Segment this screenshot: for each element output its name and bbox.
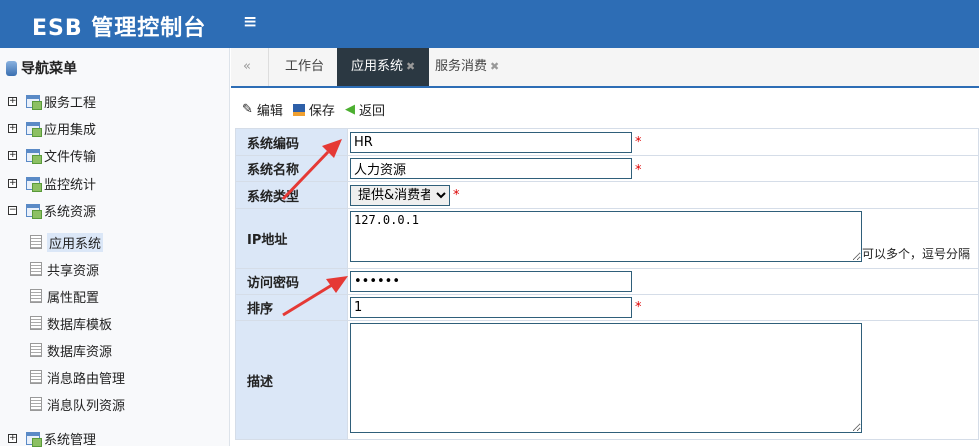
scroll-left-icon[interactable]: « [231, 48, 269, 86]
sidebar-item-message-routing[interactable]: 消息路由管理 [30, 368, 126, 387]
tab-label: 工作台 [285, 59, 325, 74]
ip-textarea[interactable]: 127.0.0.1 [350, 211, 862, 262]
sidebar-item-shared-resources[interactable]: 共享资源 [30, 260, 100, 279]
menu-toggle-icon[interactable]: ≡ [243, 12, 257, 32]
sidebar-group-system-management[interactable]: + 系统管理 [8, 429, 97, 448]
tab-service-consume[interactable]: 服务消费 ✖ [421, 48, 513, 86]
back-button[interactable]: ◀ 返回 [345, 100, 385, 119]
back-label: 返回 [358, 104, 385, 119]
item-label: 共享资源 [47, 263, 100, 279]
tab-label: 服务消费 [435, 59, 488, 74]
save-icon [292, 103, 305, 116]
sidebar-item-db-template[interactable]: 数据库模板 [30, 314, 113, 333]
system-form: 系统编码* 系统名称* 系统类型提供&消费者* IP地址127.0.0.1可以多… [235, 128, 979, 440]
sidebar-group-app-integration[interactable]: + 应用集成 [8, 119, 97, 138]
folder-icon [26, 176, 42, 192]
page-icon [30, 397, 42, 411]
sidebar-group-system-resources[interactable]: − 系统资源 [8, 201, 97, 220]
pencil-icon: ✎ [242, 102, 253, 117]
name-label: 系统名称 [235, 155, 348, 182]
tab-workbench[interactable]: 工作台 [271, 48, 338, 86]
sidebar-group-monitoring[interactable]: + 监控统计 [8, 174, 97, 193]
item-label: 消息路由管理 [47, 371, 126, 387]
password-label: 访问密码 [235, 268, 348, 295]
group-label: 系统管理 [44, 432, 97, 448]
folder-icon [26, 94, 42, 110]
group-label: 监控统计 [44, 177, 97, 193]
group-label: 系统资源 [44, 204, 97, 220]
sidebar-item-app-system[interactable]: 应用系统 [30, 232, 104, 252]
group-label: 文件传输 [44, 149, 97, 165]
desc-textarea[interactable] [350, 323, 862, 433]
nav-title-text: 导航菜单 [21, 61, 77, 77]
type-select[interactable]: 提供&消费者 [350, 184, 450, 206]
tab-app-system[interactable]: 应用系统 ✖ [337, 48, 430, 86]
page-icon [30, 316, 42, 330]
item-label: 数据库模板 [47, 317, 113, 333]
password-input[interactable] [350, 271, 632, 292]
edit-button[interactable]: ✎ 编辑 [242, 100, 283, 119]
order-label: 排序 [235, 294, 348, 321]
folder-icon [26, 148, 42, 164]
expand-icon[interactable]: + [8, 150, 17, 160]
tab-label: 应用系统 [351, 59, 404, 74]
sidebar-item-message-queue[interactable]: 消息队列资源 [30, 395, 126, 414]
desc-label: 描述 [235, 320, 348, 440]
order-input[interactable] [350, 297, 632, 318]
ip-label: IP地址 [235, 208, 348, 269]
required-mark: * [635, 134, 642, 150]
nav-title: 导航菜单 [6, 58, 77, 78]
folder-icon [26, 121, 42, 137]
required-mark: * [453, 187, 460, 203]
page-icon [30, 370, 42, 384]
close-icon[interactable]: ✖ [406, 60, 415, 73]
code-label: 系统编码 [235, 128, 348, 156]
back-arrow-icon: ◀ [344, 102, 355, 117]
page-icon [30, 262, 42, 276]
expand-icon[interactable]: + [8, 433, 17, 443]
item-label: 消息队列资源 [47, 398, 126, 414]
collapse-icon[interactable]: − [8, 205, 17, 215]
edit-label: 编辑 [256, 104, 283, 119]
ip-hint: 可以多个，逗号分隔 [862, 247, 971, 261]
expand-icon[interactable]: + [8, 178, 17, 188]
expand-icon[interactable]: + [8, 123, 17, 133]
database-icon [6, 60, 17, 76]
page-icon [30, 235, 42, 249]
item-label: 数据库资源 [47, 344, 113, 360]
item-label: 属性配置 [47, 290, 100, 306]
sidebar-item-property-config[interactable]: 属性配置 [30, 287, 100, 306]
save-label: 保存 [308, 104, 335, 119]
page-icon [30, 289, 42, 303]
app-title: ESB 管理控制台 [32, 16, 207, 41]
type-label: 系统类型 [235, 181, 348, 209]
folder-icon [26, 431, 42, 447]
sidebar-group-service-engineering[interactable]: + 服务工程 [8, 92, 97, 111]
group-label: 服务工程 [44, 95, 97, 111]
toolbar: ✎ 编辑 保存 ◀ 返回 [242, 100, 385, 119]
sidebar: 导航菜单 + 服务工程 + 应用集成 + 文件传输 + 监控统计 − 系统资源 应用系统 … [0, 48, 230, 448]
close-icon[interactable]: ✖ [490, 60, 499, 73]
expand-icon[interactable]: + [8, 96, 17, 106]
group-label: 应用集成 [44, 122, 97, 138]
save-button[interactable]: 保存 [292, 100, 335, 119]
header: ESB 管理控制台 ≡ [0, 0, 979, 48]
sidebar-item-db-resources[interactable]: 数据库资源 [30, 341, 113, 360]
sidebar-group-file-transfer[interactable]: + 文件传输 [8, 146, 97, 165]
required-mark: * [635, 163, 642, 178]
item-label: 应用系统 [47, 232, 104, 252]
required-mark: * [635, 300, 642, 315]
code-input[interactable] [350, 131, 632, 153]
folder-icon [26, 203, 42, 219]
name-input[interactable] [350, 158, 632, 179]
tab-bar: « 工作台 应用系统 ✖ 服务消费 ✖ [231, 48, 979, 88]
page-icon [30, 343, 42, 357]
